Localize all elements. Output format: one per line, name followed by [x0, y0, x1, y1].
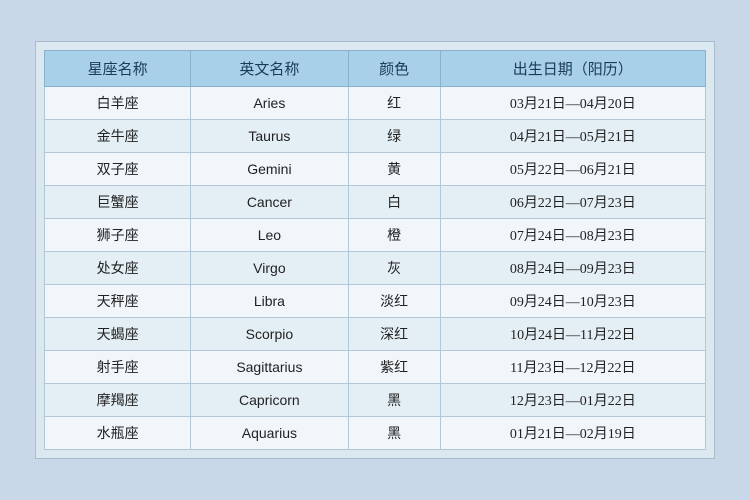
table-row: 天秤座Libra淡红09月24日—10月23日: [45, 285, 706, 318]
cell-color: 橙: [348, 219, 440, 252]
cell-english: Scorpio: [191, 318, 348, 351]
cell-english: Aries: [191, 87, 348, 120]
col-header-english: 英文名称: [191, 51, 348, 87]
col-header-chinese: 星座名称: [45, 51, 191, 87]
table-row: 摩羯座Capricorn黑12月23日—01月22日: [45, 384, 706, 417]
cell-english: Libra: [191, 285, 348, 318]
cell-chinese: 水瓶座: [45, 417, 191, 450]
cell-color: 黑: [348, 384, 440, 417]
table-header-row: 星座名称 英文名称 颜色 出生日期（阳历）: [45, 51, 706, 87]
col-header-dates: 出生日期（阳历）: [440, 51, 705, 87]
table-row: 白羊座Aries红03月21日—04月20日: [45, 87, 706, 120]
cell-english: Gemini: [191, 153, 348, 186]
cell-dates: 01月21日—02月19日: [440, 417, 705, 450]
cell-color: 红: [348, 87, 440, 120]
cell-chinese: 射手座: [45, 351, 191, 384]
cell-chinese: 天秤座: [45, 285, 191, 318]
cell-dates: 09月24日—10月23日: [440, 285, 705, 318]
cell-english: Sagittarius: [191, 351, 348, 384]
cell-chinese: 处女座: [45, 252, 191, 285]
cell-color: 灰: [348, 252, 440, 285]
zodiac-table: 星座名称 英文名称 颜色 出生日期（阳历） 白羊座Aries红03月21日—04…: [44, 50, 706, 450]
table-body: 白羊座Aries红03月21日—04月20日金牛座Taurus绿04月21日—0…: [45, 87, 706, 450]
table-row: 处女座Virgo灰08月24日—09月23日: [45, 252, 706, 285]
cell-english: Leo: [191, 219, 348, 252]
cell-chinese: 巨蟹座: [45, 186, 191, 219]
cell-chinese: 狮子座: [45, 219, 191, 252]
cell-chinese: 双子座: [45, 153, 191, 186]
cell-dates: 10月24日—11月22日: [440, 318, 705, 351]
cell-color: 绿: [348, 120, 440, 153]
cell-dates: 11月23日—12月22日: [440, 351, 705, 384]
cell-color: 淡红: [348, 285, 440, 318]
cell-dates: 03月21日—04月20日: [440, 87, 705, 120]
zodiac-table-container: 星座名称 英文名称 颜色 出生日期（阳历） 白羊座Aries红03月21日—04…: [35, 41, 715, 459]
cell-english: Aquarius: [191, 417, 348, 450]
cell-color: 白: [348, 186, 440, 219]
table-row: 天蝎座Scorpio深红10月24日—11月22日: [45, 318, 706, 351]
table-row: 狮子座Leo橙07月24日—08月23日: [45, 219, 706, 252]
cell-color: 深红: [348, 318, 440, 351]
cell-english: Cancer: [191, 186, 348, 219]
cell-dates: 05月22日—06月21日: [440, 153, 705, 186]
cell-color: 紫红: [348, 351, 440, 384]
table-row: 射手座Sagittarius紫红11月23日—12月22日: [45, 351, 706, 384]
cell-color: 黑: [348, 417, 440, 450]
col-header-color: 颜色: [348, 51, 440, 87]
cell-chinese: 天蝎座: [45, 318, 191, 351]
cell-english: Capricorn: [191, 384, 348, 417]
table-row: 水瓶座Aquarius黑01月21日—02月19日: [45, 417, 706, 450]
table-row: 金牛座Taurus绿04月21日—05月21日: [45, 120, 706, 153]
cell-dates: 07月24日—08月23日: [440, 219, 705, 252]
cell-chinese: 摩羯座: [45, 384, 191, 417]
cell-english: Taurus: [191, 120, 348, 153]
cell-dates: 12月23日—01月22日: [440, 384, 705, 417]
cell-dates: 08月24日—09月23日: [440, 252, 705, 285]
table-row: 双子座Gemini黄05月22日—06月21日: [45, 153, 706, 186]
cell-color: 黄: [348, 153, 440, 186]
cell-english: Virgo: [191, 252, 348, 285]
cell-chinese: 白羊座: [45, 87, 191, 120]
cell-chinese: 金牛座: [45, 120, 191, 153]
cell-dates: 06月22日—07月23日: [440, 186, 705, 219]
table-row: 巨蟹座Cancer白06月22日—07月23日: [45, 186, 706, 219]
cell-dates: 04月21日—05月21日: [440, 120, 705, 153]
